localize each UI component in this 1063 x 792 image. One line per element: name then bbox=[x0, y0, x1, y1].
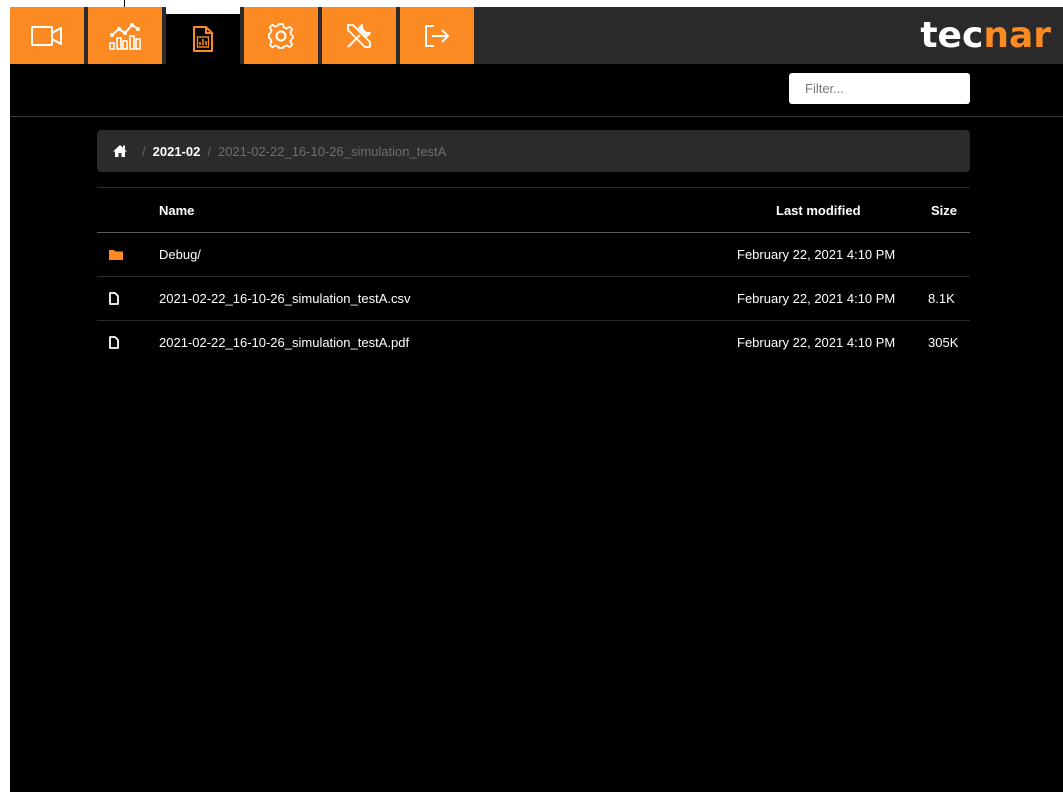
breadcrumb-separator: / bbox=[207, 143, 211, 159]
file-table: Name Last modified Size Debug/ February … bbox=[97, 187, 970, 364]
tab-logout[interactable] bbox=[400, 7, 474, 64]
table-header-row: Name Last modified Size bbox=[97, 188, 970, 233]
file-modified: February 22, 2021 4:10 PM bbox=[737, 247, 896, 262]
breadcrumb-separator: / bbox=[142, 143, 146, 159]
column-header-name[interactable]: Name bbox=[159, 188, 194, 232]
home-icon[interactable] bbox=[112, 144, 128, 158]
folder-icon bbox=[109, 233, 125, 276]
file-name-link[interactable]: Debug/ bbox=[159, 233, 201, 276]
file-modified: February 22, 2021 4:10 PM bbox=[737, 335, 896, 350]
table-row[interactable]: Debug/ February 22, 2021 4:10 PM bbox=[97, 233, 970, 277]
breadcrumb-item-current: 2021-02-22_16-10-26_simulation_testA bbox=[217, 143, 447, 159]
file-name-link[interactable]: 2021-02-22_16-10-26_simulation_testA.pdf bbox=[159, 321, 409, 364]
tab-tools[interactable] bbox=[322, 7, 396, 64]
file-browser-app: tecnar / 2021-02 / 2021-02-22_16-10-26_s… bbox=[10, 7, 1063, 792]
tools-icon bbox=[347, 23, 371, 48]
table-row[interactable]: 2021-02-22_16-10-26_simulation_testA.pdf… bbox=[97, 321, 970, 364]
logout-icon bbox=[425, 24, 450, 47]
tab-analytics[interactable] bbox=[88, 7, 162, 64]
file-icon bbox=[109, 321, 125, 364]
file-size: 8.1K bbox=[928, 291, 955, 306]
table-row[interactable]: 2021-02-22_16-10-26_simulation_testA.csv… bbox=[97, 277, 970, 321]
tecnar-logo: tec nar bbox=[920, 11, 1051, 59]
tab-reports-inner bbox=[166, 14, 240, 64]
file-icon bbox=[109, 277, 125, 320]
breadcrumb: / 2021-02 / 2021-02-22_16-10-26_simulati… bbox=[97, 130, 970, 172]
file-size: 305K bbox=[928, 335, 959, 350]
gear-icon bbox=[268, 22, 294, 49]
analytics-chart-icon bbox=[109, 22, 141, 50]
tab-video[interactable] bbox=[10, 7, 84, 64]
window-edge-line bbox=[124, 0, 125, 7]
top-toolbar: tec nar bbox=[10, 7, 1063, 64]
column-header-size[interactable]: Size bbox=[931, 188, 957, 232]
logo-text-tec: tec bbox=[920, 14, 984, 56]
logo-text-nar: nar bbox=[983, 14, 1051, 56]
video-camera-icon bbox=[31, 25, 62, 46]
breadcrumb-item-folder[interactable]: 2021-02 bbox=[153, 144, 201, 159]
column-header-last-modified[interactable]: Last modified bbox=[776, 188, 861, 232]
tab-settings[interactable] bbox=[244, 7, 318, 64]
tab-reports[interactable] bbox=[166, 7, 240, 64]
file-modified: February 22, 2021 4:10 PM bbox=[737, 291, 896, 306]
report-file-icon bbox=[193, 26, 213, 52]
filter-bar bbox=[10, 64, 1063, 117]
file-name-link[interactable]: 2021-02-22_16-10-26_simulation_testA.csv bbox=[159, 277, 411, 320]
filter-input[interactable] bbox=[789, 73, 970, 104]
